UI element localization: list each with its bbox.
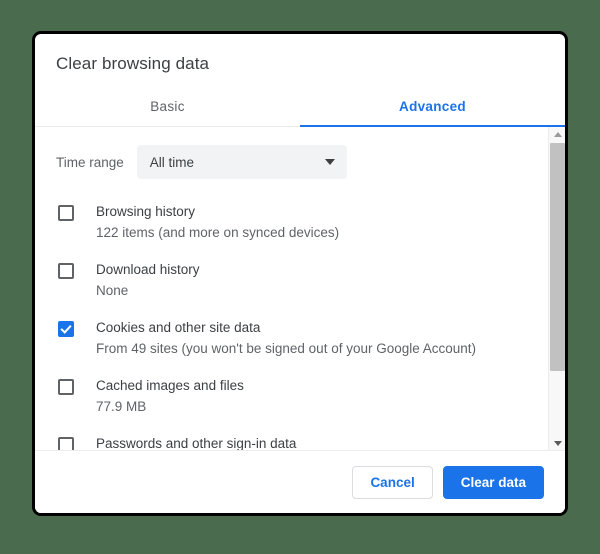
dialog-title: Clear browsing data (56, 54, 210, 73)
checkbox-passwords-and-sign-in-data[interactable] (58, 437, 74, 450)
time-range-select[interactable]: All time (136, 145, 347, 179)
scroll-down-arrow-icon[interactable] (549, 436, 565, 450)
tab-basic-label: Basic (150, 99, 185, 114)
time-range-row: Time range All time (35, 127, 548, 179)
list-item-text: Cached images and files 77.9 MB (96, 376, 244, 416)
dialog-scroll-content: Time range All time Browsing history 122… (35, 127, 548, 450)
list-item-title: Passwords and other sign-in data (96, 436, 297, 450)
list-item-text: Cookies and other site data From 49 site… (96, 318, 476, 358)
content-scrollbar[interactable] (548, 127, 565, 450)
clear-browsing-data-dialog: Clear browsing data Basic Advanced Time … (32, 31, 568, 516)
scroll-up-arrow-icon[interactable] (549, 127, 565, 141)
list-item-subtitle: From 49 sites (you won't be signed out o… (96, 341, 477, 356)
list-item-subtitle: None (96, 283, 129, 298)
list-item-browsing-history[interactable]: Browsing history 122 items (and more on … (35, 193, 548, 251)
checkbox-download-history[interactable] (58, 263, 74, 279)
tab-basic[interactable]: Basic (35, 90, 300, 127)
list-item-download-history[interactable]: Download history None (35, 251, 548, 309)
list-item-text: Download history None (96, 260, 200, 300)
checkbox-browsing-history[interactable] (58, 205, 74, 221)
tab-advanced[interactable]: Advanced (300, 90, 565, 127)
triangle-down-icon (553, 440, 562, 446)
list-item-passwords-and-sign-in-data[interactable]: Passwords and other sign-in data 25 pass… (35, 425, 548, 450)
list-item-subtitle: 77.9 MB (96, 399, 147, 414)
triangle-up-icon (553, 131, 562, 137)
list-item-title: Download history (96, 262, 200, 277)
tab-advanced-label: Advanced (399, 99, 466, 114)
cancel-button[interactable]: Cancel (352, 465, 433, 499)
list-item-title: Browsing history (96, 204, 196, 219)
chevron-down-icon (324, 159, 335, 165)
list-item-cookies-and-site-data[interactable]: Cookies and other site data From 49 site… (35, 309, 548, 367)
tab-bar: Basic Advanced (35, 90, 565, 127)
scrollbar-thumb[interactable] (550, 143, 565, 371)
time-range-label: Time range (56, 154, 124, 170)
list-item-title: Cached images and files (96, 378, 244, 393)
data-type-list: Browsing history 122 items (and more on … (35, 179, 548, 450)
clear-data-button[interactable]: Clear data (442, 465, 544, 499)
checkbox-cookies-and-site-data[interactable] (58, 321, 74, 337)
list-item-cached-images-and-files[interactable]: Cached images and files 77.9 MB (35, 367, 548, 425)
list-item-subtitle: 122 items (and more on synced devices) (96, 225, 340, 240)
checkbox-cached-images-and-files[interactable] (58, 379, 74, 395)
list-item-title: Cookies and other site data (96, 320, 261, 335)
dialog-footer: Cancel Clear data (35, 450, 565, 513)
list-item-text: Browsing history 122 items (and more on … (96, 202, 339, 242)
dialog-content-area: Time range All time Browsing history 122… (35, 127, 565, 450)
list-item-text: Passwords and other sign-in data 25 pass… (96, 434, 296, 450)
time-range-value: All time (149, 154, 195, 170)
